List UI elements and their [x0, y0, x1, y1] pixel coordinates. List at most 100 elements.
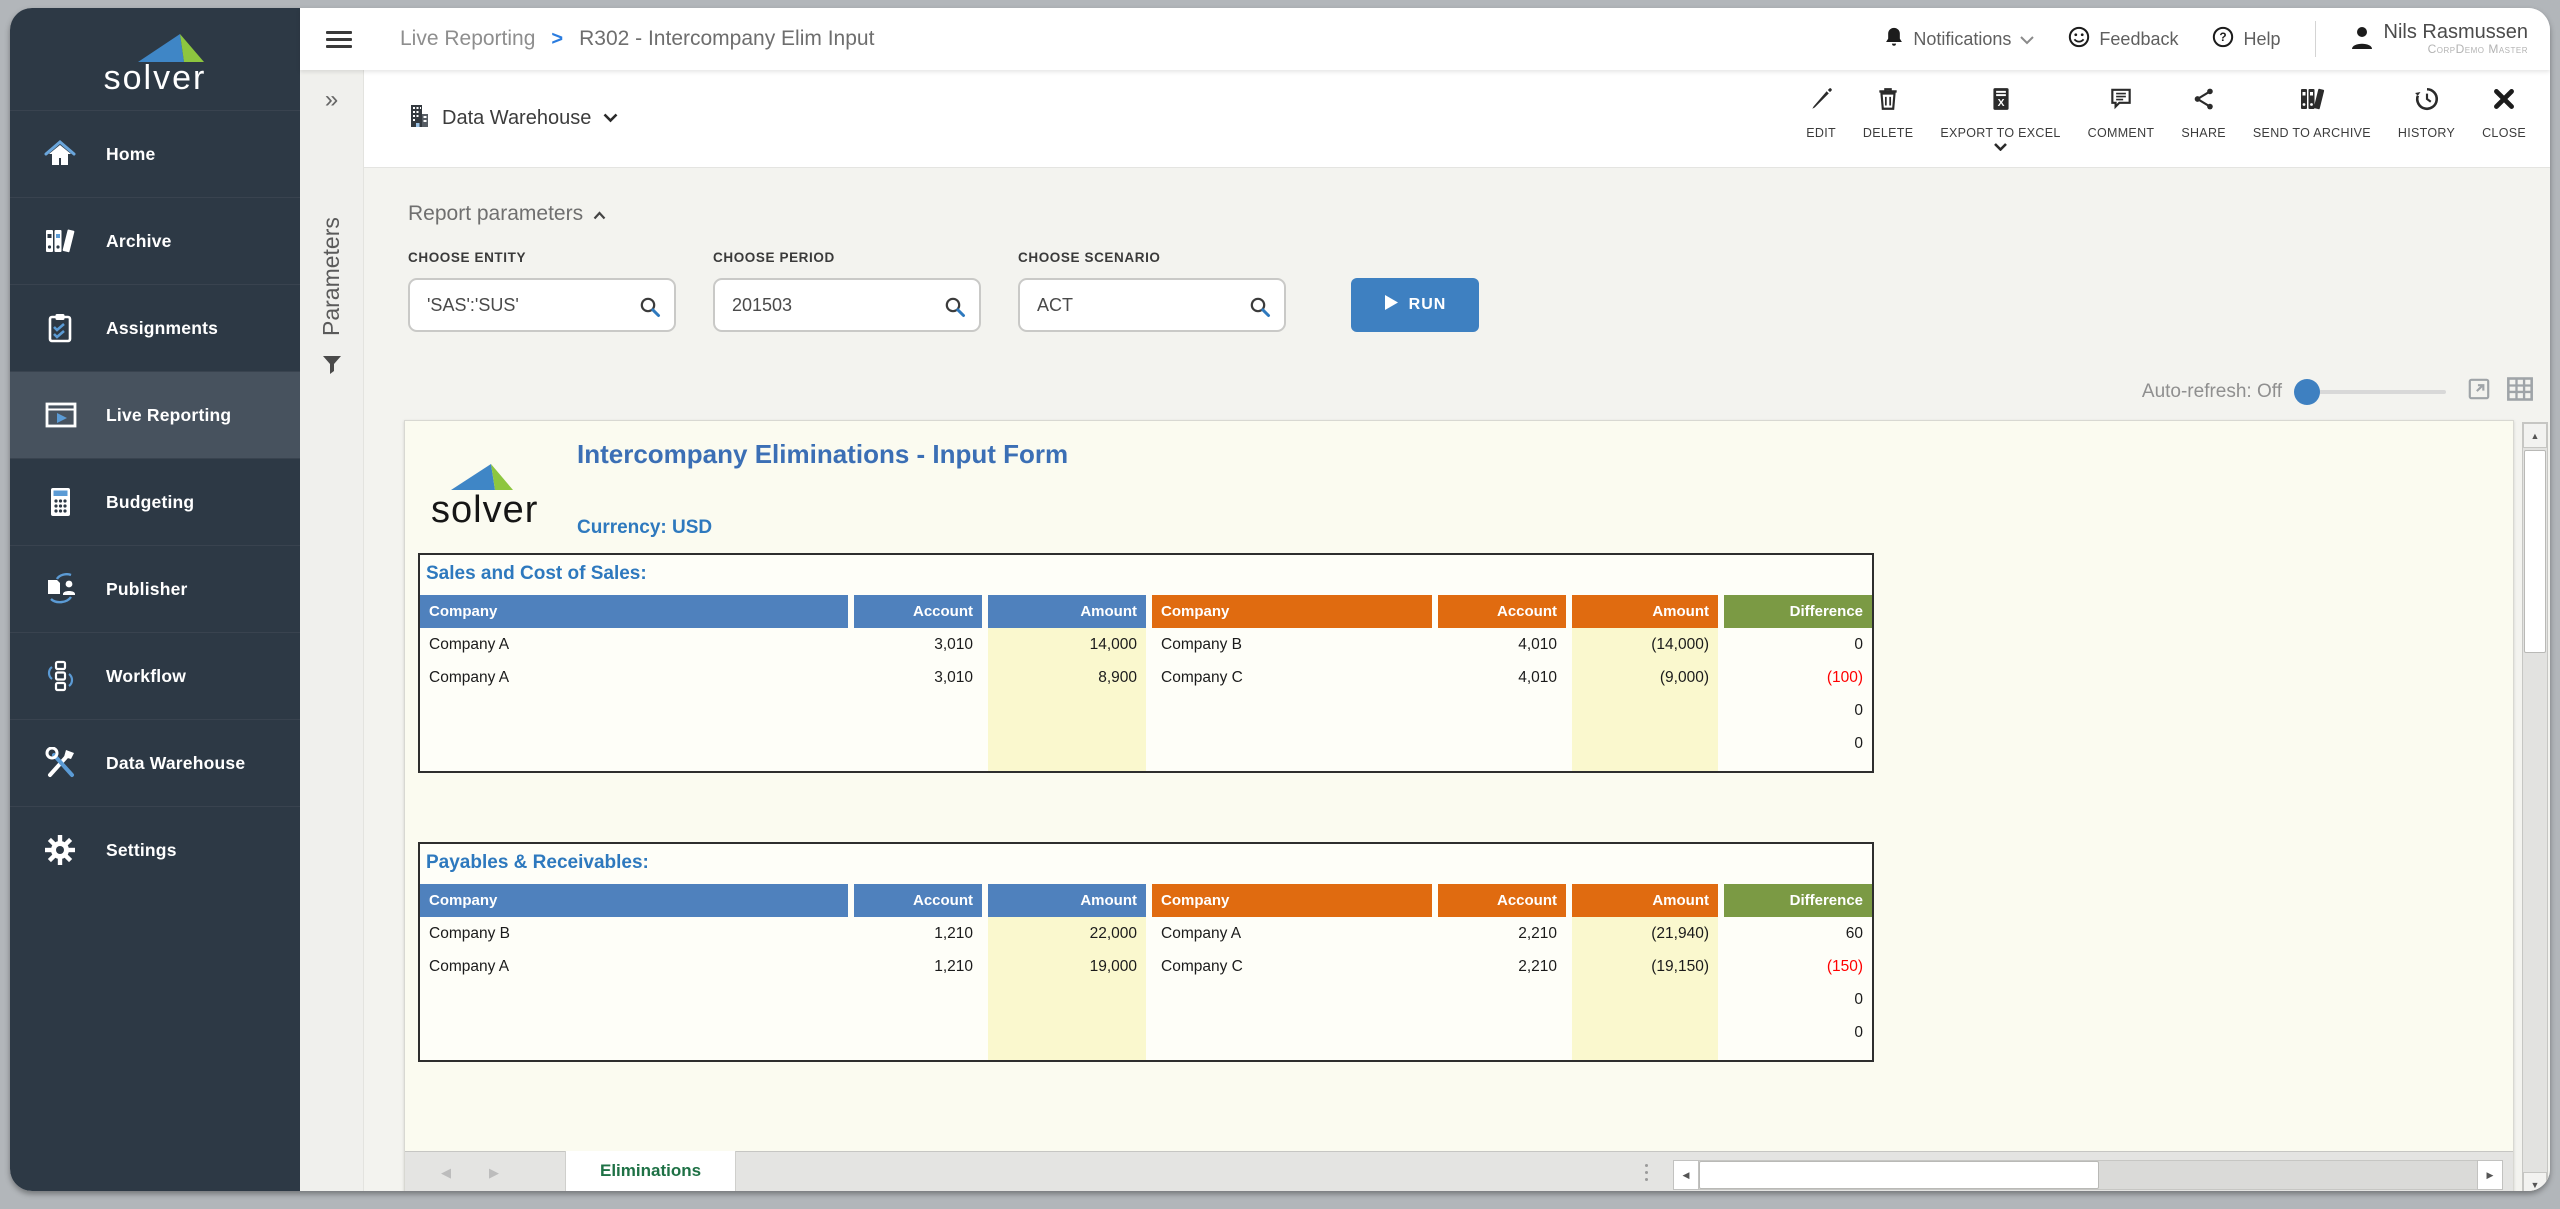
report-table-payables: Payables & Receivables: Company Account … — [418, 842, 1874, 1062]
help-button[interactable]: ? Help — [2212, 26, 2280, 53]
scenario-input[interactable] — [1020, 280, 1284, 330]
send-to-archive-button[interactable]: SEND TO ARCHIVE — [2253, 86, 2371, 152]
sidebar-item-settings[interactable]: Settings — [10, 806, 300, 893]
close-button[interactable]: CLOSE — [2482, 86, 2526, 152]
scenario-field-label: CHOOSE SCENARIO — [1018, 250, 1286, 265]
input-cell[interactable]: (9,000) — [1572, 661, 1718, 694]
vertical-scrollbar[interactable]: ▲ ▼ — [2522, 422, 2548, 1191]
sheet-next-button[interactable]: ▶ — [489, 1165, 499, 1181]
scroll-up-arrow[interactable]: ▲ — [2523, 423, 2547, 448]
vertical-scroll-thumb[interactable] — [2524, 450, 2546, 653]
feedback-button[interactable]: Feedback — [2068, 26, 2178, 53]
table-grid-icon[interactable] — [2506, 376, 2534, 407]
entity-field-label: CHOOSE ENTITY — [408, 250, 676, 265]
close-icon — [2491, 86, 2517, 117]
svg-text:?: ? — [2220, 30, 2227, 44]
input-cell[interactable] — [1572, 694, 1718, 727]
period-field: CHOOSE PERIOD — [713, 250, 981, 332]
input-cell[interactable]: (19,150) — [1572, 950, 1718, 983]
popout-icon[interactable] — [2466, 376, 2492, 407]
sheet-tab-eliminations[interactable]: Eliminations — [565, 1151, 736, 1191]
input-cell[interactable]: (21,940) — [1572, 917, 1718, 950]
run-button-label: RUN — [1409, 296, 1447, 314]
export-to-excel-button[interactable]: X EXPORT TO EXCEL — [1940, 86, 2060, 152]
tools-icon — [44, 745, 88, 781]
scroll-right-arrow[interactable]: ▶ — [2477, 1160, 2503, 1190]
input-cell[interactable] — [988, 1016, 1146, 1049]
run-button[interactable]: RUN — [1351, 278, 1479, 332]
cell: Company A — [1152, 917, 1432, 950]
input-cell[interactable] — [988, 983, 1146, 1016]
report-viewer: Intercompany Eliminations - Input Form s… — [404, 420, 2514, 1191]
breadcrumb-section[interactable]: Live Reporting — [400, 27, 535, 51]
sheet-prev-button[interactable]: ◀ — [441, 1165, 451, 1181]
person-icon — [2350, 24, 2374, 55]
workflow-icon — [44, 658, 88, 694]
cell: Company C — [1152, 661, 1432, 694]
horizontal-scroll-track[interactable] — [1699, 1160, 2477, 1190]
calculator-icon — [44, 484, 88, 520]
auto-refresh-slider[interactable] — [2296, 390, 2446, 394]
sidebar-item-assignments[interactable]: Assignments — [10, 284, 300, 371]
scroll-down-arrow[interactable]: ▼ — [2523, 1172, 2547, 1191]
sidebar: solver Home Archive Assignments Live Rep — [10, 8, 300, 1191]
column-header: Account — [854, 595, 982, 628]
entity-input[interactable] — [410, 280, 674, 330]
chevrons-right-icon[interactable]: » — [325, 86, 338, 114]
sidebar-item-archive[interactable]: Archive — [10, 197, 300, 284]
splitter-handle[interactable] — [1645, 1164, 1648, 1181]
notifications-button[interactable]: Notifications — [1884, 26, 2034, 53]
chevron-up-icon — [593, 202, 606, 226]
scroll-left-arrow[interactable]: ◀ — [1673, 1160, 1699, 1190]
monitor-play-icon — [44, 397, 88, 433]
search-icon[interactable] — [638, 295, 662, 324]
input-cell[interactable] — [988, 694, 1146, 727]
input-cell[interactable]: (14,000) — [1572, 628, 1718, 661]
search-icon[interactable] — [943, 295, 967, 324]
difference-cell: (150) — [1724, 950, 1872, 983]
sidebar-item-label: Assignments — [106, 318, 218, 339]
user-menu[interactable]: Nils Rasmussen CorpDemo Master — [2350, 22, 2528, 56]
input-cell[interactable] — [1572, 1016, 1718, 1049]
hamburger-menu-icon[interactable] — [326, 27, 352, 52]
sidebar-item-workflow[interactable]: Workflow — [10, 632, 300, 719]
parameters-panel-label[interactable]: Parameters — [318, 128, 345, 336]
input-cell[interactable]: 19,000 — [988, 950, 1146, 983]
sidebar-item-label: Publisher — [106, 579, 188, 600]
horizontal-scroll-thumb[interactable] — [1699, 1161, 2099, 1189]
input-cell[interactable]: 14,000 — [988, 628, 1146, 661]
cell — [420, 694, 848, 727]
input-cell[interactable] — [988, 727, 1146, 760]
question-icon: ? — [2212, 26, 2234, 53]
sidebar-item-live-reporting[interactable]: Live Reporting — [10, 371, 300, 458]
history-button[interactable]: HISTORY — [2398, 86, 2455, 152]
parameters-panel-strip: » Parameters — [300, 70, 364, 1191]
sidebar-item-publisher[interactable]: Publisher — [10, 545, 300, 632]
share-button[interactable]: SHARE — [2181, 86, 2226, 152]
slider-knob[interactable] — [2294, 379, 2320, 405]
data-source-selector[interactable]: Data Warehouse — [408, 104, 618, 133]
funnel-icon[interactable] — [321, 354, 343, 381]
period-input[interactable] — [715, 280, 979, 330]
column-header: Account — [1438, 595, 1566, 628]
input-cell[interactable]: 8,900 — [988, 661, 1146, 694]
input-cell[interactable] — [1572, 727, 1718, 760]
input-cell[interactable]: 22,000 — [988, 917, 1146, 950]
difference-cell: 0 — [1724, 727, 1872, 760]
pencil-icon — [1808, 86, 1834, 117]
sidebar-item-data-warehouse[interactable]: Data Warehouse — [10, 719, 300, 806]
input-cell[interactable] — [1572, 983, 1718, 1016]
report-title: Intercompany Eliminations - Input Form — [577, 439, 1068, 470]
comment-button[interactable]: COMMENT — [2088, 86, 2155, 152]
sidebar-item-budgeting[interactable]: Budgeting — [10, 458, 300, 545]
cell — [1152, 694, 1432, 727]
sidebar-item-home[interactable]: Home — [10, 110, 300, 197]
edit-button[interactable]: EDIT — [1806, 86, 1836, 152]
horizontal-scrollbar[interactable]: ◀ ▶ — [1673, 1160, 2503, 1190]
report-parameters-header[interactable]: Report parameters — [408, 202, 2550, 226]
cell — [854, 727, 982, 760]
search-icon[interactable] — [1248, 295, 1272, 324]
difference-cell: (100) — [1724, 661, 1872, 694]
user-role: CorpDemo Master — [2384, 42, 2528, 56]
delete-button[interactable]: DELETE — [1863, 86, 1913, 152]
